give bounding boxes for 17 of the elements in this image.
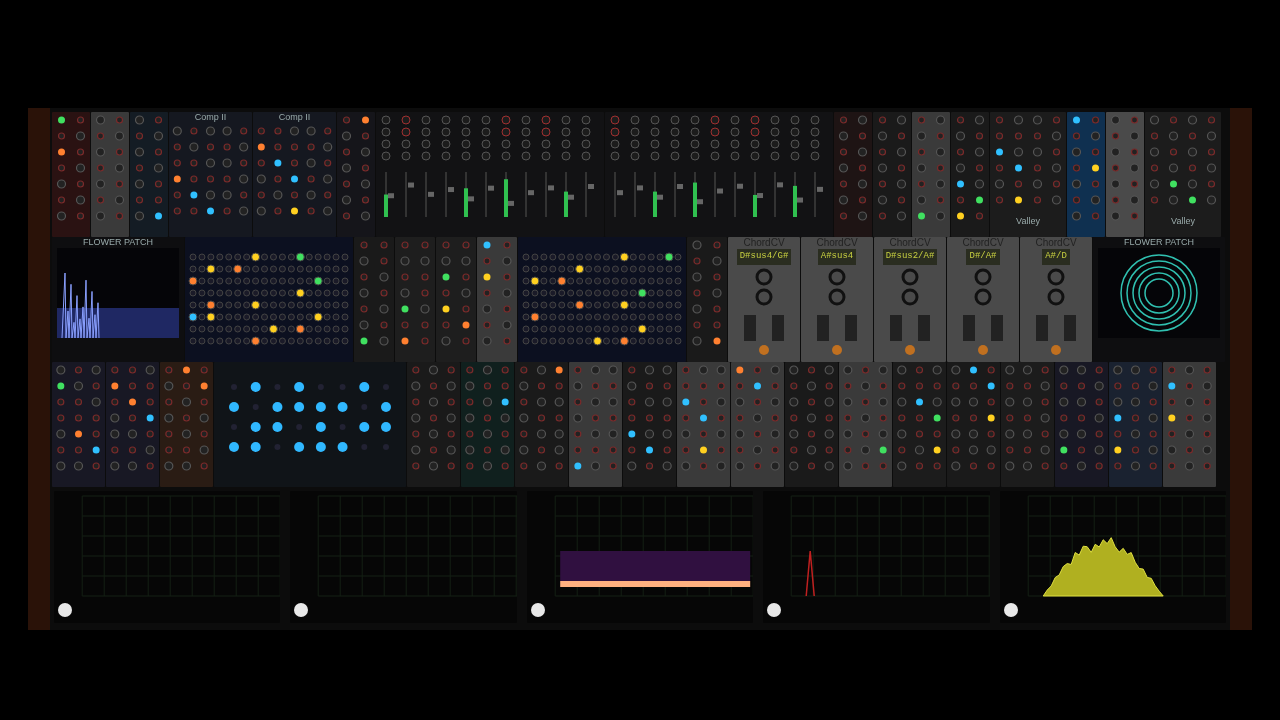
- module-title: FLOWER PATCH: [1123, 237, 1195, 248]
- module-title: FLOWER PATCH: [82, 237, 154, 248]
- chord-display: A#sus4: [817, 249, 857, 265]
- chord-display: D#sus2/A#: [882, 249, 938, 265]
- scope-button[interactable]: [767, 603, 782, 617]
- scope-button[interactable]: [294, 603, 309, 617]
- chord-display: A#/D: [1042, 249, 1070, 265]
- module-title: Comp II: [194, 112, 227, 123]
- chord-display: D#sus4/G#: [736, 249, 792, 265]
- scope-button[interactable]: [1003, 603, 1018, 617]
- module-title: Comp II: [278, 112, 311, 123]
- scope-button[interactable]: [530, 603, 545, 617]
- scope-button[interactable]: [58, 603, 72, 617]
- module-title: Valley: [1016, 216, 1040, 227]
- module-title: Valley: [1171, 216, 1195, 227]
- chord-display: D#/A#: [966, 249, 1000, 265]
- peak-trace: [805, 550, 816, 597]
